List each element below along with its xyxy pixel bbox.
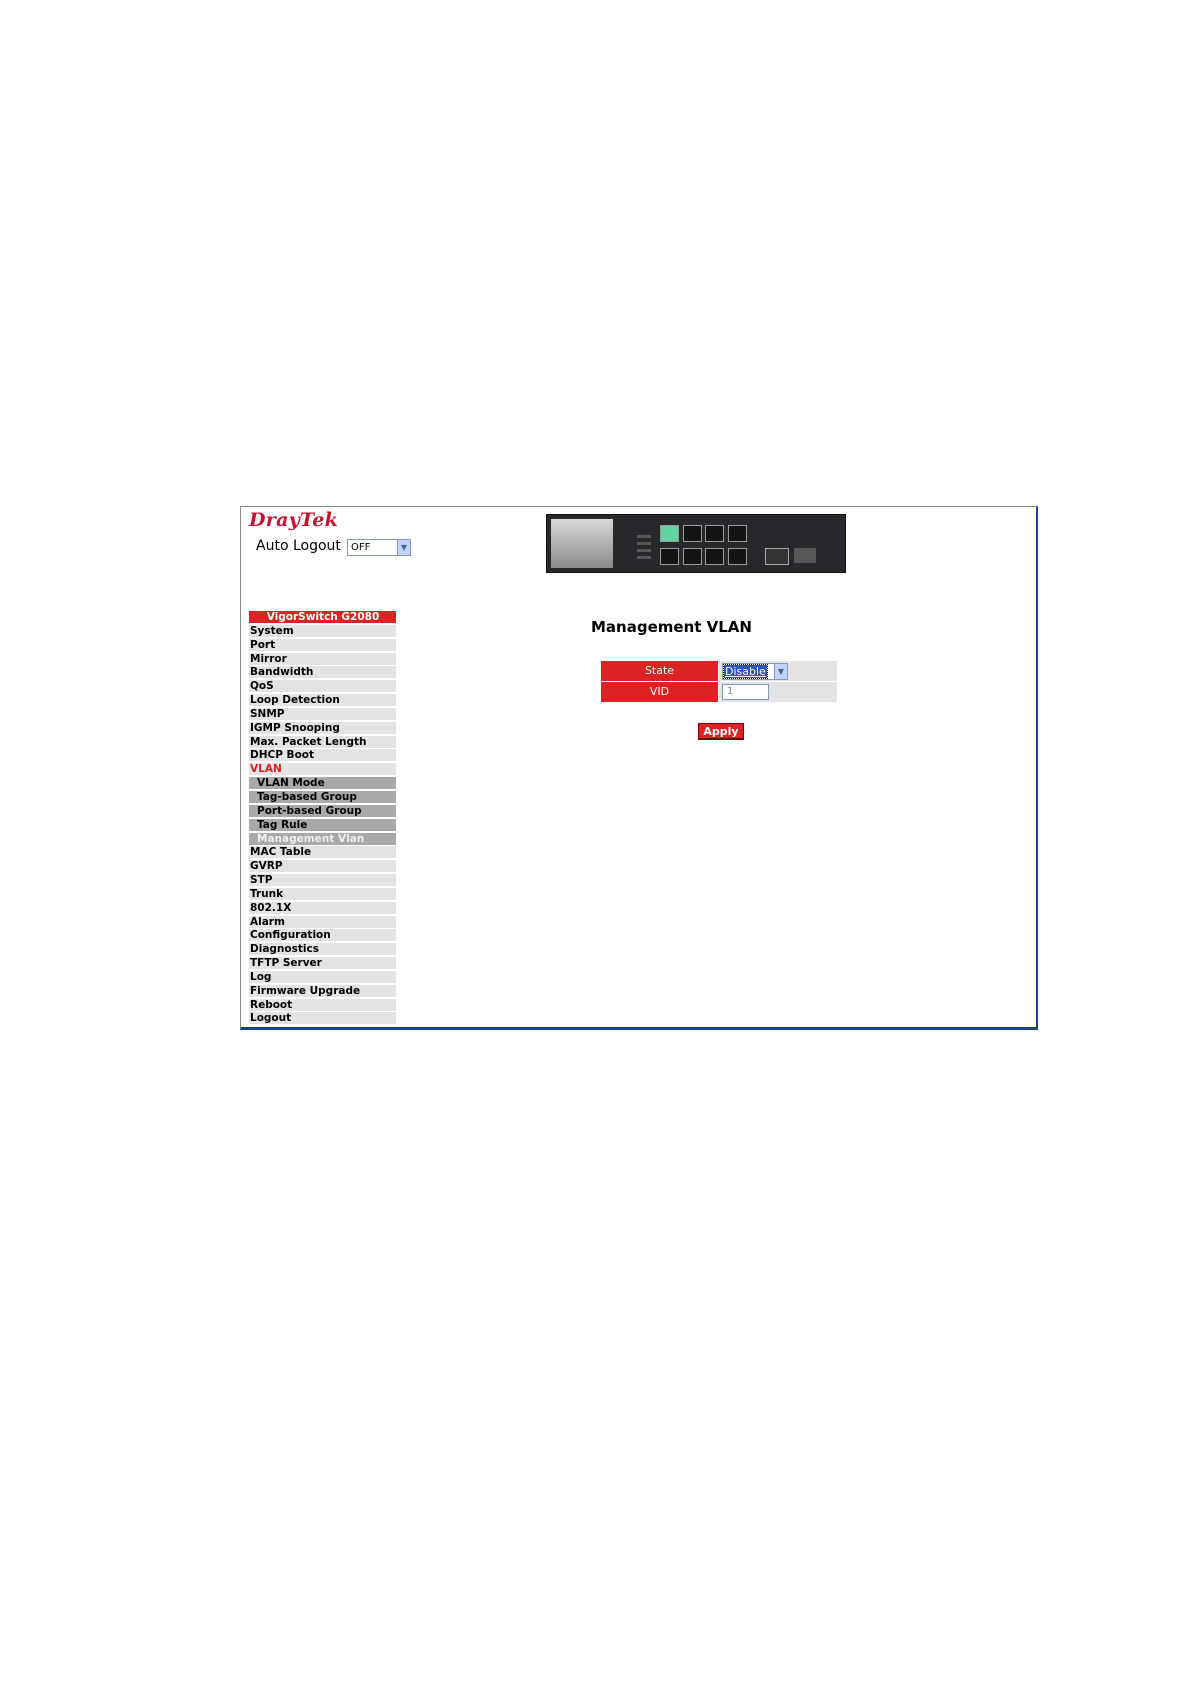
sfp-port-icon [765,548,789,565]
sidebar-item-alarm[interactable]: Alarm [249,915,396,928]
sidebar-item-mac-table[interactable]: MAC Table [249,846,396,859]
sidebar-item-diagnostics[interactable]: Diagnostics [249,943,396,956]
sidebar-item-bandwidth[interactable]: Bandwidth [249,666,396,679]
sidebar-item-802-1x[interactable]: 802.1X [249,901,396,914]
switch-web-ui-window: DrayTek Auto Logout OFF ▼ VigorSwitch G2… [240,506,1038,1030]
chevron-down-icon[interactable]: ▼ [774,664,787,679]
sidebar-item-trunk[interactable]: Trunk [249,887,396,900]
auto-logout-value: OFF [351,542,371,553]
sidebar-item-max-packet-length[interactable]: Max. Packet Length [249,735,396,748]
port-icon [705,525,724,542]
sidebar-item-gvrp[interactable]: GVRP [249,860,396,873]
state-select[interactable]: Disable ▼ [722,663,788,680]
sidebar-item-firmware-upgrade[interactable]: Firmware Upgrade [249,984,396,997]
port-icon [683,525,702,542]
device-label-panel [551,519,613,568]
auto-logout-select[interactable]: OFF ▼ [347,539,411,556]
sidebar-item-tftp-server[interactable]: TFTP Server [249,957,396,970]
state-value: Disable [723,664,768,679]
port-icon [705,548,724,565]
management-vlan-form: State Disable ▼ VID 1 [601,661,837,703]
vid-input[interactable]: 1 [722,684,769,700]
sidebar-item-vlan-mode[interactable]: VLAN Mode [249,777,396,790]
sidebar-item-management-vlan[interactable]: Management Vlan [249,832,396,845]
page-title: Management VLAN [591,618,752,636]
sidebar-item-stp[interactable]: STP [249,874,396,887]
sidebar-item-port[interactable]: Port [249,638,396,651]
sidebar-item-reboot[interactable]: Reboot [249,998,396,1011]
sidebar-item-snmp[interactable]: SNMP [249,707,396,720]
switch-front-panel-image [546,514,846,573]
sidebar-item-dhcp-boot[interactable]: DHCP Boot [249,749,396,762]
vid-label: VID [601,682,718,702]
port-icon [660,525,679,542]
port-icon [660,548,679,565]
draytek-logo: DrayTek [249,509,339,531]
sidebar-item-loop-detection[interactable]: Loop Detection [249,694,396,707]
port-icon [728,548,747,565]
apply-button[interactable]: Apply [698,723,744,740]
sidebar-item-tag-rule[interactable]: Tag Rule [249,818,396,831]
sidebar-item-tag-based-group[interactable]: Tag-based Group [249,790,396,803]
sidebar-item-vlan[interactable]: VLAN [249,763,396,776]
sidebar-item-configuration[interactable]: Configuration [249,929,396,942]
sidebar-item-mirror[interactable]: Mirror [249,652,396,665]
chevron-down-icon[interactable]: ▼ [397,540,410,555]
sidebar-menu: VigorSwitch G2080 System Port Mirror Bandwid… [249,611,396,1026]
state-label: State [601,661,718,681]
auto-logout-label: Auto Logout [256,538,341,554]
sidebar-item-system[interactable]: System [249,624,396,637]
vid-row: VID 1 [601,682,837,702]
state-row: State Disable ▼ [601,661,837,681]
sfp-slot-icon [794,548,816,563]
sidebar-item-port-based-group[interactable]: Port-based Group [249,804,396,817]
port-icon [683,548,702,565]
menu-header: VigorSwitch G2080 [249,611,396,623]
sidebar-item-igmp-snooping[interactable]: IGMP Snooping [249,721,396,734]
sidebar-item-logout[interactable]: Logout [249,1012,396,1025]
sidebar-item-log[interactable]: Log [249,970,396,983]
port-icon [728,525,747,542]
sidebar-item-qos[interactable]: QoS [249,680,396,693]
